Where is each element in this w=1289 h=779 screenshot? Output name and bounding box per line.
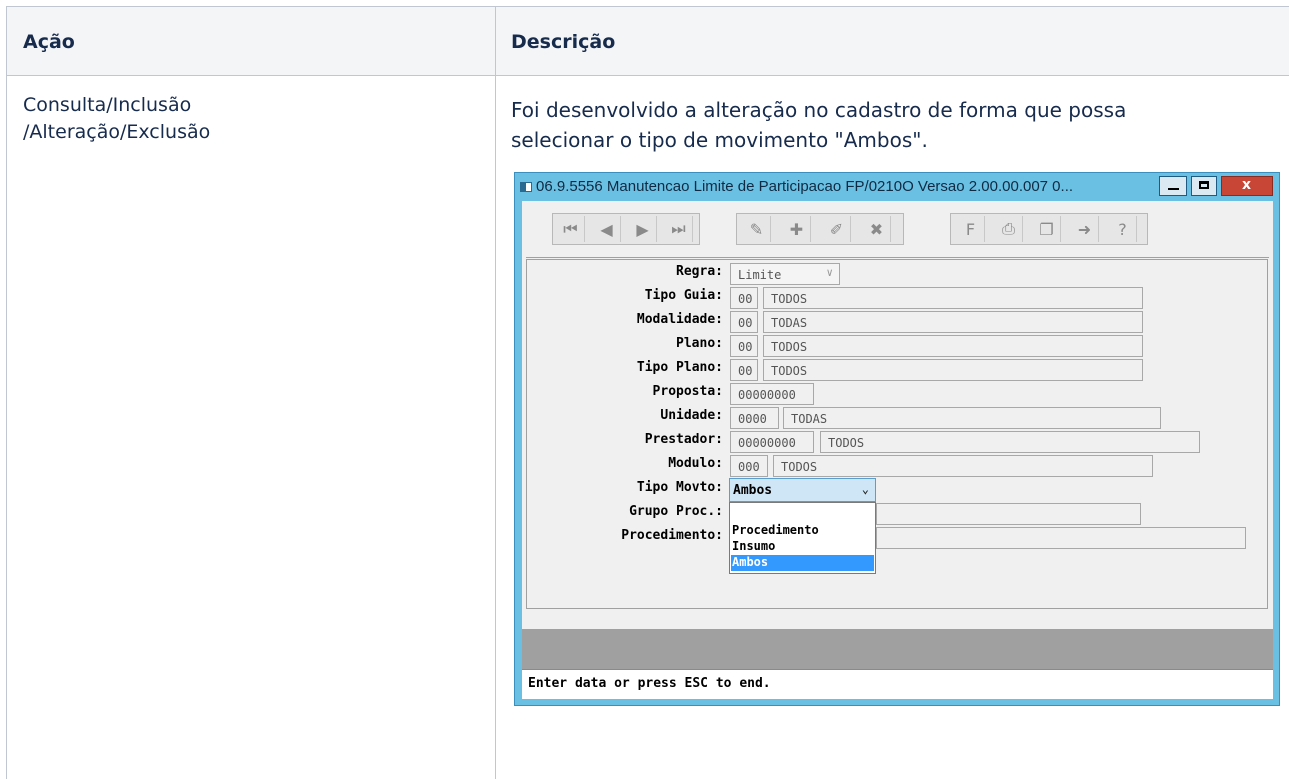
column-divider <box>495 6 496 779</box>
toolbar-separator <box>526 257 1269 258</box>
next-record-icon: ▶ <box>636 219 649 239</box>
plano-code-field[interactable]: 00 <box>730 335 758 357</box>
modalidade-desc-field: TODAS <box>763 311 1143 333</box>
label-modulo: Modulo: <box>668 456 723 471</box>
label-regra: Regra: <box>676 264 723 279</box>
toolbar: ⏮ ◀ ▶ ⏭ ✎ ✚ ✐ ✖ F ⎙ ❐ ➜ ? <box>522 201 1273 255</box>
edit-button-group: ✎ ✚ ✐ ✖ <box>736 213 904 245</box>
label-modalidade: Modalidade: <box>636 312 723 327</box>
tipo-movto-value: Ambos <box>733 483 773 498</box>
edit-icon: ✐ <box>829 219 844 239</box>
label-unidade: Unidade: <box>660 408 723 423</box>
last-record-button[interactable]: ⏭ <box>665 216 693 242</box>
filter-icon: F <box>965 219 976 239</box>
next-record-button[interactable]: ▶ <box>629 216 657 242</box>
first-record-button[interactable]: ⏮ <box>557 216 585 242</box>
delete-button[interactable]: ✖ <box>863 216 891 242</box>
header-description: Descrição <box>511 31 616 53</box>
previous-record-button[interactable]: ◀ <box>593 216 621 242</box>
label-prestador: Prestador: <box>644 432 723 447</box>
modulo-desc-field: TODOS <box>773 455 1153 477</box>
tipo-movto-dropdown: Procedimento Insumo Ambos <box>729 502 876 574</box>
prestador-desc-field: TODOS <box>820 431 1200 453</box>
description-cell: Foi desenvolvido a alteração no cadastro… <box>511 95 1126 155</box>
modalidade-code-field[interactable]: 00 <box>730 311 758 333</box>
first-record-icon: ⏮ <box>563 219 578 238</box>
modulo-code-field[interactable]: 000 <box>730 455 768 477</box>
copy-icon: ❐ <box>1039 219 1054 239</box>
regra-select[interactable]: Limite ∨ <box>730 263 840 285</box>
close-icon: x <box>1242 177 1252 193</box>
action-cell: Consulta/Inclusão /Alteração/Exclusão <box>23 92 210 146</box>
tipo-movto-select[interactable]: Ambos ⌄ <box>729 478 876 502</box>
grupo-proc-field[interactable] <box>876 503 1141 525</box>
header-action: Ação <box>23 31 75 53</box>
option-procedimento[interactable]: Procedimento <box>731 523 874 539</box>
label-plano: Plano: <box>676 336 723 351</box>
chevron-down-icon: ⌄ <box>861 482 869 496</box>
exit-icon: ➜ <box>1077 219 1092 239</box>
chevron-down-icon: ∨ <box>826 266 833 279</box>
table-header: Ação Descrição <box>6 6 1289 76</box>
window-title: 06.9.5556 Manutencao Limite de Participa… <box>536 178 1074 195</box>
print-button[interactable]: ⎙ <box>995 216 1023 242</box>
query-icon: ✎ <box>749 219 764 239</box>
copy-button[interactable]: ❐ <box>1033 216 1061 242</box>
description-line-1: Foi desenvolvido a alteração no cadastro… <box>511 98 1127 122</box>
close-button[interactable]: x <box>1221 176 1273 196</box>
unidade-code-field[interactable]: 0000 <box>730 407 779 429</box>
label-procedimento: Procedimento: <box>621 528 723 543</box>
misc-button-group: F ⎙ ❐ ➜ ? <box>950 213 1148 245</box>
description-line-2: selecionar o tipo de movimento "Ambos". <box>511 128 928 152</box>
regra-value: Limite <box>738 268 782 282</box>
label-tipo-movto: Tipo Movto: <box>636 480 723 495</box>
table-border-left <box>6 6 7 779</box>
edit-button[interactable]: ✐ <box>823 216 851 242</box>
print-icon: ⎙ <box>1002 219 1015 238</box>
tipo-guia-desc-field: TODOS <box>763 287 1143 309</box>
plano-desc-field: TODOS <box>763 335 1143 357</box>
minimize-button[interactable] <box>1159 176 1187 196</box>
label-tipo-plano: Tipo Plano: <box>636 360 723 375</box>
help-icon: ? <box>1118 219 1127 239</box>
tipo-guia-code-field[interactable]: 00 <box>730 287 758 309</box>
option-insumo[interactable]: Insumo <box>731 539 874 555</box>
help-button[interactable]: ? <box>1109 216 1137 242</box>
window-icon <box>520 182 532 192</box>
label-grupo-proc: Grupo Proc.: <box>629 504 723 519</box>
tipo-plano-desc-field: TODOS <box>763 359 1143 381</box>
add-button[interactable]: ✚ <box>783 216 811 242</box>
exit-button[interactable]: ➜ <box>1071 216 1099 242</box>
unidade-desc-field: TODAS <box>783 407 1161 429</box>
query-button[interactable]: ✎ <box>743 216 771 242</box>
action-line-1: Consulta/Inclusão <box>23 94 192 116</box>
add-icon: ✚ <box>789 219 804 239</box>
label-proposta: Proposta: <box>652 384 723 399</box>
filter-button[interactable]: F <box>957 216 985 242</box>
maximize-button[interactable] <box>1191 176 1217 196</box>
nav-button-group: ⏮ ◀ ▶ ⏭ <box>552 213 700 245</box>
app-window-screenshot: 06.9.5556 Manutencao Limite de Participa… <box>514 172 1280 706</box>
previous-record-icon: ◀ <box>600 219 613 239</box>
window-client: ⏮ ◀ ▶ ⏭ ✎ ✚ ✐ ✖ F ⎙ ❐ ➜ ? Regra: Limite … <box>522 201 1273 699</box>
tipo-plano-code-field[interactable]: 00 <box>730 359 758 381</box>
window-titlebar: 06.9.5556 Manutencao Limite de Participa… <box>515 173 1279 201</box>
last-record-icon: ⏭ <box>671 219 686 238</box>
message-bar <box>522 629 1273 669</box>
proposta-field[interactable]: 00000000 <box>730 383 814 405</box>
delete-icon: ✖ <box>869 219 884 239</box>
form-panel: Regra: Limite ∨ Tipo Guia: 00 TODOS Moda… <box>526 259 1268 609</box>
label-tipo-guia: Tipo Guia: <box>644 288 723 303</box>
action-line-2: /Alteração/Exclusão <box>23 121 211 143</box>
procedimento-field[interactable] <box>876 527 1246 549</box>
option-ambos[interactable]: Ambos <box>731 555 874 571</box>
status-bar: Enter data or press ESC to end. <box>522 669 1273 699</box>
prestador-code-field[interactable]: 00000000 <box>730 431 814 453</box>
